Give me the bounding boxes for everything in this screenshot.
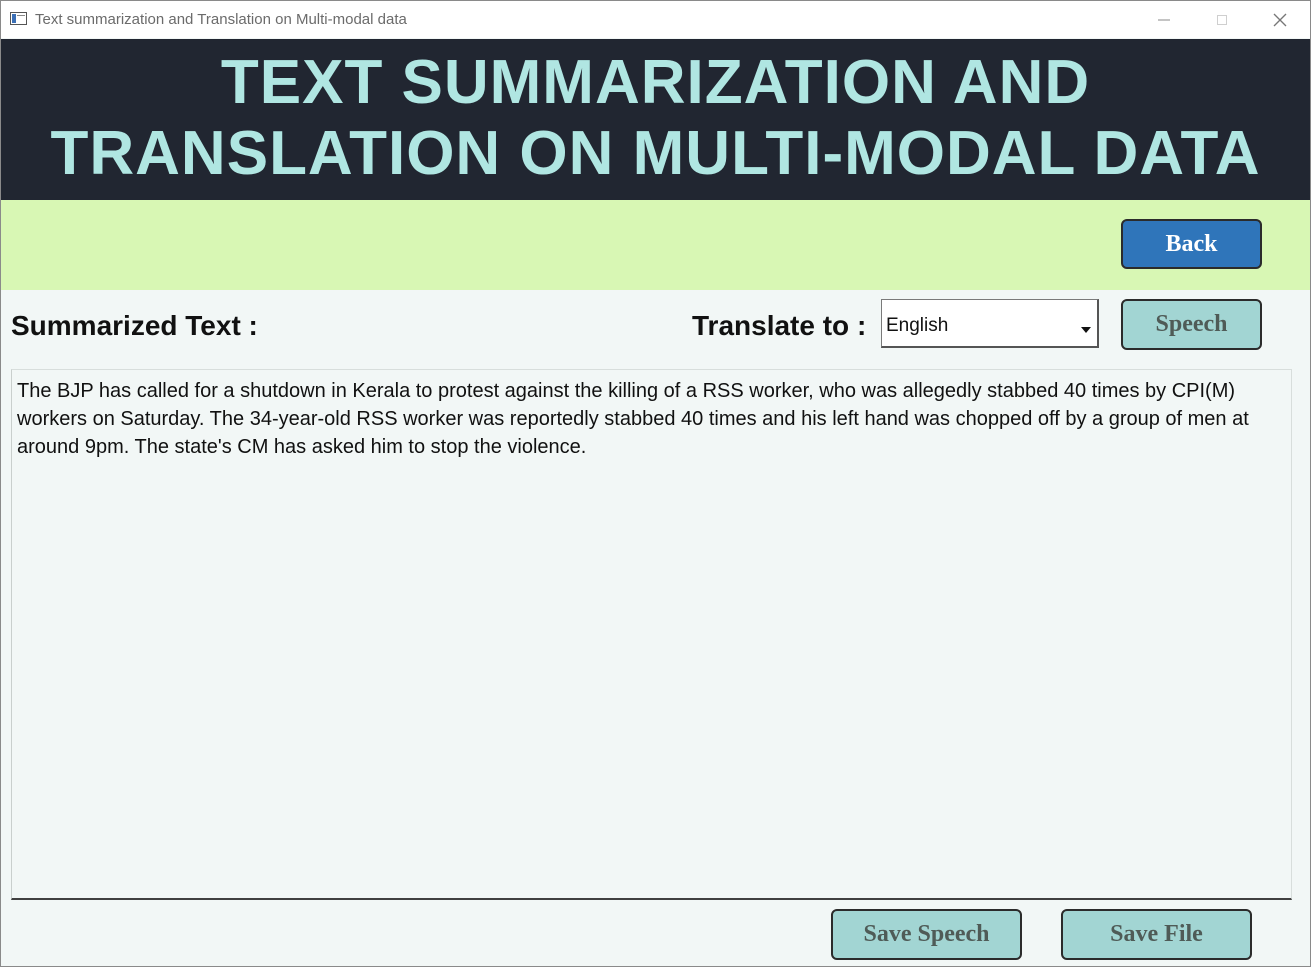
app-window: Text summarization and Translation on Mu… — [0, 0, 1311, 967]
save-speech-button[interactable]: Save Speech — [831, 909, 1022, 960]
language-select[interactable]: English — [881, 299, 1099, 348]
translate-to-label: Translate to : — [692, 310, 867, 341]
speech-button[interactable]: Speech — [1121, 299, 1262, 350]
minimize-icon — [1158, 14, 1170, 26]
back-button[interactable]: Back — [1121, 219, 1262, 269]
toolbar: Back — [1, 200, 1310, 290]
minimize-button[interactable] — [1135, 1, 1193, 38]
summary-text: The BJP has called for a shutdown in Ker… — [17, 380, 1249, 458]
app-icon — [10, 12, 27, 25]
title-bar[interactable]: Text summarization and Translation on Mu… — [1, 1, 1310, 38]
banner-title-line2: TRANSLATION ON MULTI-MODAL DATA — [50, 119, 1261, 188]
summarized-text-label: Summarized Text : — [11, 310, 258, 341]
close-button[interactable] — [1251, 1, 1309, 38]
language-selected-value: English — [886, 315, 949, 336]
close-icon — [1273, 13, 1287, 27]
maximize-icon — [1216, 14, 1228, 26]
summary-textarea[interactable]: The BJP has called for a shutdown in Ker… — [11, 369, 1292, 900]
chevron-down-icon[interactable] — [1081, 320, 1091, 338]
banner-title-line1: TEXT SUMMARIZATION AND — [220, 48, 1091, 117]
header-banner: TEXT SUMMARIZATION AND TRANSLATION ON MU… — [1, 39, 1310, 200]
window-title: Text summarization and Translation on Mu… — [35, 11, 407, 28]
maximize-button[interactable] — [1193, 1, 1251, 38]
save-file-button[interactable]: Save File — [1061, 909, 1252, 960]
